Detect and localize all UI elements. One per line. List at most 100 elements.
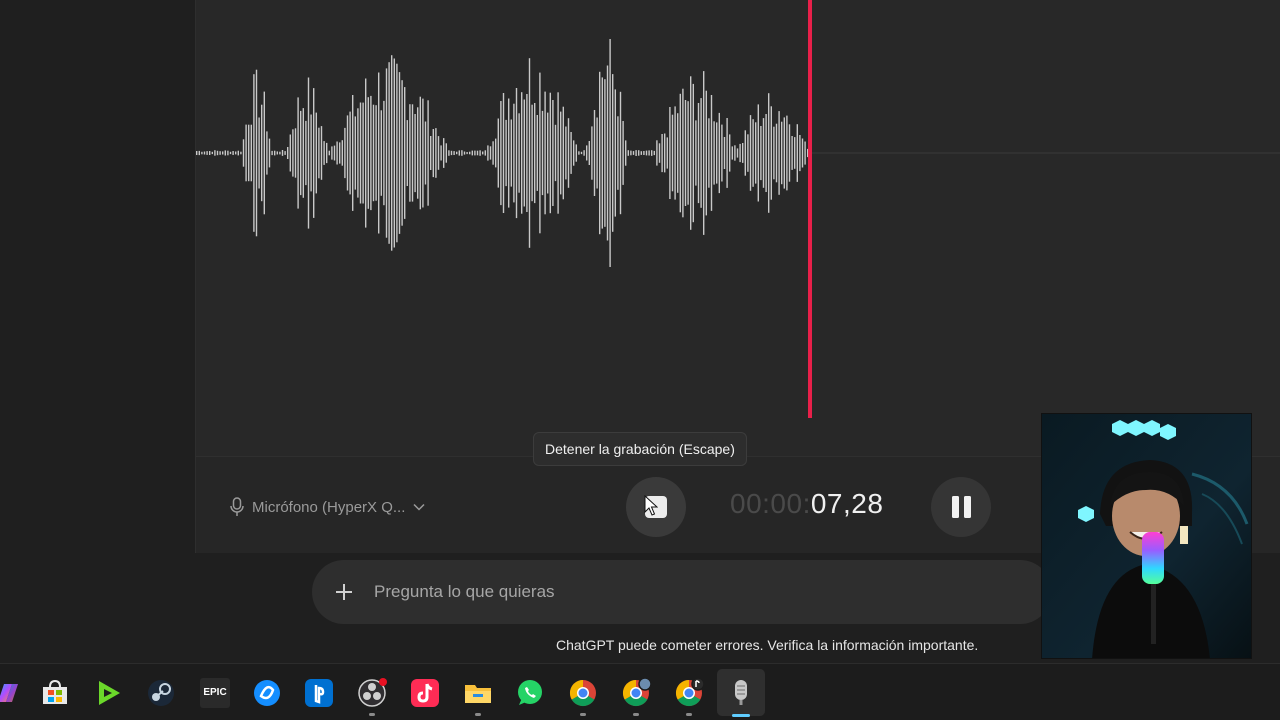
chrome-profile-2-icon[interactable] bbox=[674, 678, 704, 708]
steam-icon[interactable] bbox=[146, 678, 176, 708]
waveform-bar bbox=[489, 146, 492, 160]
battle-net-icon[interactable] bbox=[252, 678, 282, 708]
epic-games-icon[interactable]: EPIC bbox=[200, 678, 230, 708]
waveform-bar bbox=[653, 150, 655, 156]
waveform-bar bbox=[539, 72, 541, 234]
microphone-icon bbox=[230, 497, 244, 516]
waveform-bar bbox=[804, 141, 806, 165]
waveform-bar bbox=[476, 150, 479, 156]
waveform-bar bbox=[768, 93, 770, 213]
play-launcher-icon[interactable] bbox=[94, 678, 124, 708]
screen: Micrófono (HyperX Q... 00:00: 07,28 Dete… bbox=[0, 0, 1280, 720]
playstation-icon[interactable] bbox=[304, 678, 334, 708]
waveform-bar bbox=[346, 115, 349, 191]
waveform-bar bbox=[469, 151, 471, 155]
waveform-bar bbox=[773, 126, 775, 180]
waveform-bar bbox=[362, 102, 364, 204]
waveform-bar bbox=[757, 104, 759, 202]
waveform-bar bbox=[760, 126, 762, 181]
waveform-bar bbox=[372, 104, 375, 202]
waveform-bar bbox=[354, 116, 356, 190]
waveform-bar bbox=[726, 118, 728, 188]
waveform-bar bbox=[336, 141, 338, 165]
waveform-bar bbox=[302, 108, 304, 198]
waveform-bar bbox=[601, 77, 603, 229]
waveform-bar bbox=[409, 104, 411, 202]
waveform-bar bbox=[320, 126, 323, 180]
waveform-bar bbox=[216, 150, 219, 156]
waveform-bar bbox=[739, 143, 741, 163]
waveform-bar bbox=[411, 104, 414, 202]
waveform-bar bbox=[294, 128, 297, 178]
waveform-bar bbox=[331, 146, 333, 160]
waveform-bar bbox=[240, 151, 242, 155]
running-indicator bbox=[475, 713, 481, 716]
waveform-bar bbox=[435, 128, 437, 178]
microphone-select[interactable]: Micrófono (HyperX Q... bbox=[230, 495, 425, 519]
waveform-bar bbox=[367, 97, 369, 209]
waveform-bar bbox=[534, 103, 536, 204]
file-explorer-icon[interactable] bbox=[463, 678, 493, 708]
waveform-bar bbox=[266, 131, 268, 175]
waveform-bar bbox=[562, 106, 564, 200]
microsoft-store-icon[interactable] bbox=[40, 678, 70, 708]
chat-input[interactable]: Pregunta lo que quieras bbox=[312, 560, 1052, 624]
waveform-bar bbox=[313, 88, 315, 218]
tiktok-icon[interactable] bbox=[410, 678, 440, 708]
voice-recorder-icon[interactable] bbox=[726, 678, 756, 708]
waveform-bar bbox=[437, 136, 440, 170]
chrome-profile-icon[interactable] bbox=[621, 678, 651, 708]
waveform-bar bbox=[414, 114, 416, 193]
waveform-bar bbox=[289, 134, 291, 172]
waveform-bar bbox=[417, 107, 419, 199]
stop-recording-tooltip: Detener la grabación (Escape) bbox=[533, 432, 747, 466]
waveform-bar bbox=[575, 144, 577, 162]
waveform-bar bbox=[196, 151, 198, 155]
waveform-bar bbox=[661, 134, 663, 173]
waveform-bar bbox=[583, 150, 585, 156]
waveform-bar bbox=[521, 92, 523, 214]
waveform-bar bbox=[664, 133, 666, 173]
waveform-bar bbox=[450, 150, 453, 156]
copilot-icon[interactable] bbox=[0, 678, 22, 708]
waveform-bar bbox=[796, 124, 798, 182]
waveform-bar bbox=[393, 58, 395, 248]
active-app-indicator bbox=[732, 714, 750, 717]
waveform-bar bbox=[734, 145, 736, 161]
waveform-bar bbox=[448, 150, 450, 156]
waveform-bar bbox=[297, 97, 299, 209]
obs-icon[interactable] bbox=[357, 678, 387, 708]
waveform-bar bbox=[430, 136, 432, 170]
waveform-bar bbox=[385, 68, 388, 238]
pause-icon bbox=[951, 496, 959, 518]
waveform-bar bbox=[474, 150, 476, 156]
waveform-bar bbox=[206, 151, 208, 155]
waveform-bar bbox=[762, 118, 765, 188]
waveform-bar bbox=[235, 151, 237, 155]
chrome-icon[interactable] bbox=[568, 678, 598, 708]
waveform-bar bbox=[682, 88, 684, 218]
waveform-bar bbox=[427, 100, 429, 206]
waveform-bar bbox=[443, 138, 445, 168]
waveform-bar bbox=[518, 113, 520, 193]
whatsapp-icon[interactable] bbox=[515, 678, 545, 708]
waveform-bar bbox=[788, 124, 791, 182]
pause-button[interactable] bbox=[931, 477, 991, 537]
waveform-bar bbox=[284, 151, 286, 155]
waveform-bar bbox=[697, 103, 700, 204]
plus-icon[interactable] bbox=[332, 580, 356, 604]
waveform-bar bbox=[658, 143, 661, 163]
waveform-bar bbox=[713, 121, 715, 185]
waveform-bar bbox=[596, 117, 598, 189]
waveform-bar bbox=[323, 141, 325, 165]
waveform-bar bbox=[318, 127, 320, 179]
waveform-bar bbox=[549, 92, 551, 214]
webcam-overlay bbox=[1041, 413, 1252, 659]
waveform-bar bbox=[586, 145, 588, 161]
waveform-bar bbox=[604, 79, 606, 227]
waveform-bar bbox=[232, 151, 234, 155]
waveform-bar bbox=[679, 93, 681, 213]
disclaimer-text: ChatGPT puede cometer errores. Verifica … bbox=[556, 637, 979, 653]
waveform-bar bbox=[274, 150, 276, 156]
waveform-bar bbox=[276, 151, 278, 155]
